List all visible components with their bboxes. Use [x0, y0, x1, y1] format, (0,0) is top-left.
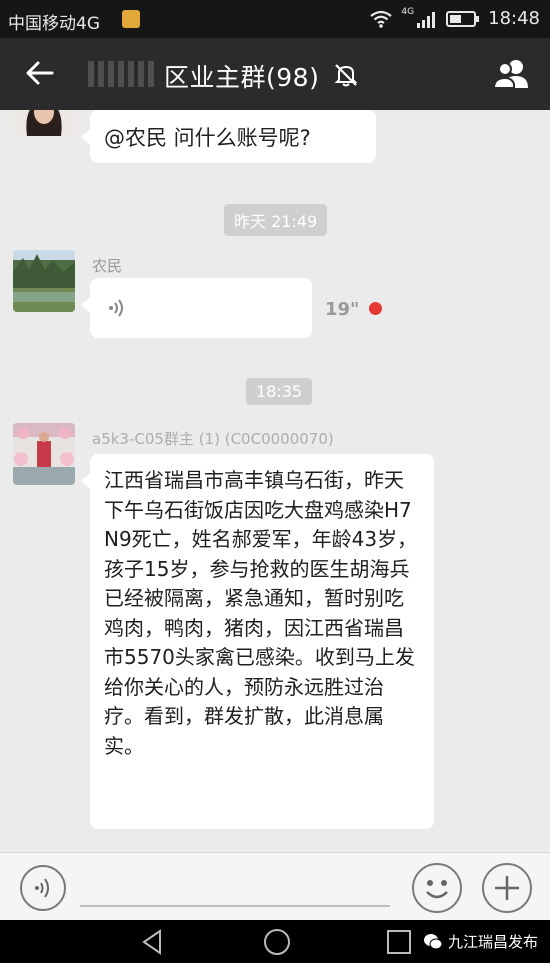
- message-input[interactable]: [80, 905, 390, 907]
- network-4g-label: 4G: [401, 6, 415, 17]
- landscape-avatar-image: [13, 250, 75, 312]
- nav-back-icon[interactable]: [138, 927, 168, 957]
- voice-message-bubble[interactable]: [81, 278, 312, 338]
- chat-header: 区业主群(98): [0, 38, 550, 110]
- bell-off-icon: [334, 64, 358, 87]
- avatar[interactable]: [13, 110, 75, 136]
- sender-name: a5k3-C05群主 (1) (C0C0000070): [92, 430, 334, 448]
- sender-name: 农民: [92, 257, 123, 275]
- voice-duration: 19": [325, 299, 360, 320]
- timestamp: 昨天 21:49: [224, 204, 328, 236]
- plus-glyph: [495, 876, 519, 900]
- message-bubble[interactable]: 江西省瑞昌市高丰镇乌石街，昨天下午乌石街饭店因吃大盘鸡感染H7N9死亡，姓名郝爱…: [81, 454, 434, 829]
- redacted-name: [88, 61, 158, 87]
- notification-icon: [122, 10, 140, 28]
- plus-icon[interactable]: [482, 863, 532, 913]
- battery-icon: [446, 10, 480, 27]
- carrier-label: 中国移动4G: [8, 14, 100, 34]
- status-icons: 4G 18:48: [369, 6, 540, 29]
- timestamp: 18:35: [246, 378, 313, 405]
- voice-icon[interactable]: [20, 865, 66, 911]
- input-bar: [0, 852, 550, 920]
- system-nav-bar: 九江瑞昌发布: [0, 920, 550, 963]
- unread-dot: [369, 302, 382, 315]
- nav-home-icon[interactable]: [262, 927, 292, 957]
- message-list[interactable]: @农民 问什么账号呢? 昨天 21:49 农民 19" 18:35 a5k3-C…: [0, 110, 550, 852]
- avatar[interactable]: [13, 250, 75, 312]
- smiley-icon[interactable]: [412, 863, 462, 913]
- avatar[interactable]: [13, 423, 75, 485]
- person-avatar-image: [13, 423, 75, 485]
- nav-recents-icon[interactable]: [384, 927, 414, 957]
- message-bubble[interactable]: @农民 问什么账号呢?: [81, 110, 376, 163]
- clock: 18:48: [488, 8, 540, 29]
- message-text: 江西省瑞昌市高丰镇乌石街，昨天下午乌石街饭店因吃大盘鸡感染H7N9死亡，姓名郝爱…: [104, 468, 418, 758]
- status-bar: 中国移动4G 4G 18:48: [0, 0, 550, 38]
- message-text: @农民 问什么账号呢?: [104, 126, 311, 150]
- voice-wave-glyph: [35, 878, 49, 898]
- watermark-text: 九江瑞昌发布: [447, 933, 538, 951]
- voice-wave-icon: [109, 299, 123, 317]
- arrow-left-icon[interactable]: [22, 55, 58, 91]
- watermark: 九江瑞昌发布: [423, 931, 538, 952]
- wifi-icon: [370, 10, 393, 28]
- chat-title: 区业主群(98): [164, 63, 320, 92]
- wechat-logo-icon: [423, 933, 443, 949]
- woman-avatar-image: [13, 110, 75, 136]
- group-members-icon[interactable]: [492, 56, 532, 92]
- smiley-glyph: [426, 880, 448, 899]
- signal-icon: [417, 11, 436, 28]
